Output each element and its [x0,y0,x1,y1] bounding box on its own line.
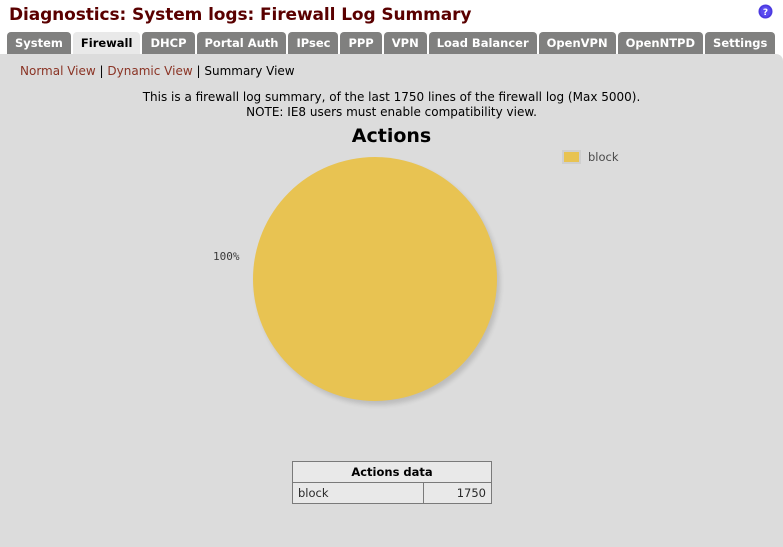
tab-load-balancer[interactable]: Load Balancer [428,32,537,54]
subnav-separator-2: | [196,64,201,78]
tab-ipsec[interactable]: IPsec [288,32,339,54]
tab-ppp[interactable]: PPP [340,32,382,54]
subnav-separator-1: | [99,64,104,78]
table-cell-action-count: 1750 [423,482,492,504]
chart-title: Actions [351,125,432,147]
table-row: block 1750 [291,482,492,504]
page-title: Diagnostics: System logs: Firewall Log S… [9,5,472,25]
tab-settings[interactable]: Settings [705,32,776,54]
chart-legend: block [562,150,619,164]
content-panel: Normal View | Dynamic View | Summary Vie… [0,54,783,547]
actions-pie-chart: Actions 100% block [0,120,783,440]
svg-text:?: ? [763,8,768,18]
tab-openntpd[interactable]: OpenNTPD [617,32,704,54]
tab-vpn[interactable]: VPN [383,32,427,54]
table-header-row: Actions data [292,461,492,483]
tab-portal-auth[interactable]: Portal Auth [196,32,287,54]
help-question-icon[interactable]: ? [758,4,773,19]
description-line-1: This is a firewall log summary, of the l… [142,90,641,104]
pie-slice-block [253,157,497,401]
link-summary-view: Summary View [204,64,295,78]
tab-firewall[interactable]: Firewall [72,32,141,54]
tab-openvpn[interactable]: OpenVPN [538,32,616,54]
table-cell-action-label: block [291,482,425,504]
table-header-actions-data: Actions data [292,461,492,483]
link-normal-view[interactable]: Normal View [20,64,96,78]
actions-data-table: Actions data block 1750 [291,461,492,504]
pie-slice-percent-label: 100% [213,250,240,263]
legend-swatch-block [562,150,581,164]
log-summary-description: This is a firewall log summary, of the l… [0,90,783,120]
tab-system[interactable]: System [7,32,71,54]
link-dynamic-view[interactable]: Dynamic View [107,64,192,78]
page-header: Diagnostics: System logs: Firewall Log S… [0,0,783,32]
description-line-2: NOTE: IE8 users must enable compatibilit… [246,105,537,119]
sub-navigation: Normal View | Dynamic View | Summary Vie… [0,54,783,79]
tab-dhcp[interactable]: DHCP [142,32,195,54]
actions-data-table-wrapper: Actions data block 1750 [291,461,492,504]
tab-bar: System Firewall DHCP Portal Auth IPsec P… [0,32,783,54]
legend-label-block: block [588,150,619,164]
